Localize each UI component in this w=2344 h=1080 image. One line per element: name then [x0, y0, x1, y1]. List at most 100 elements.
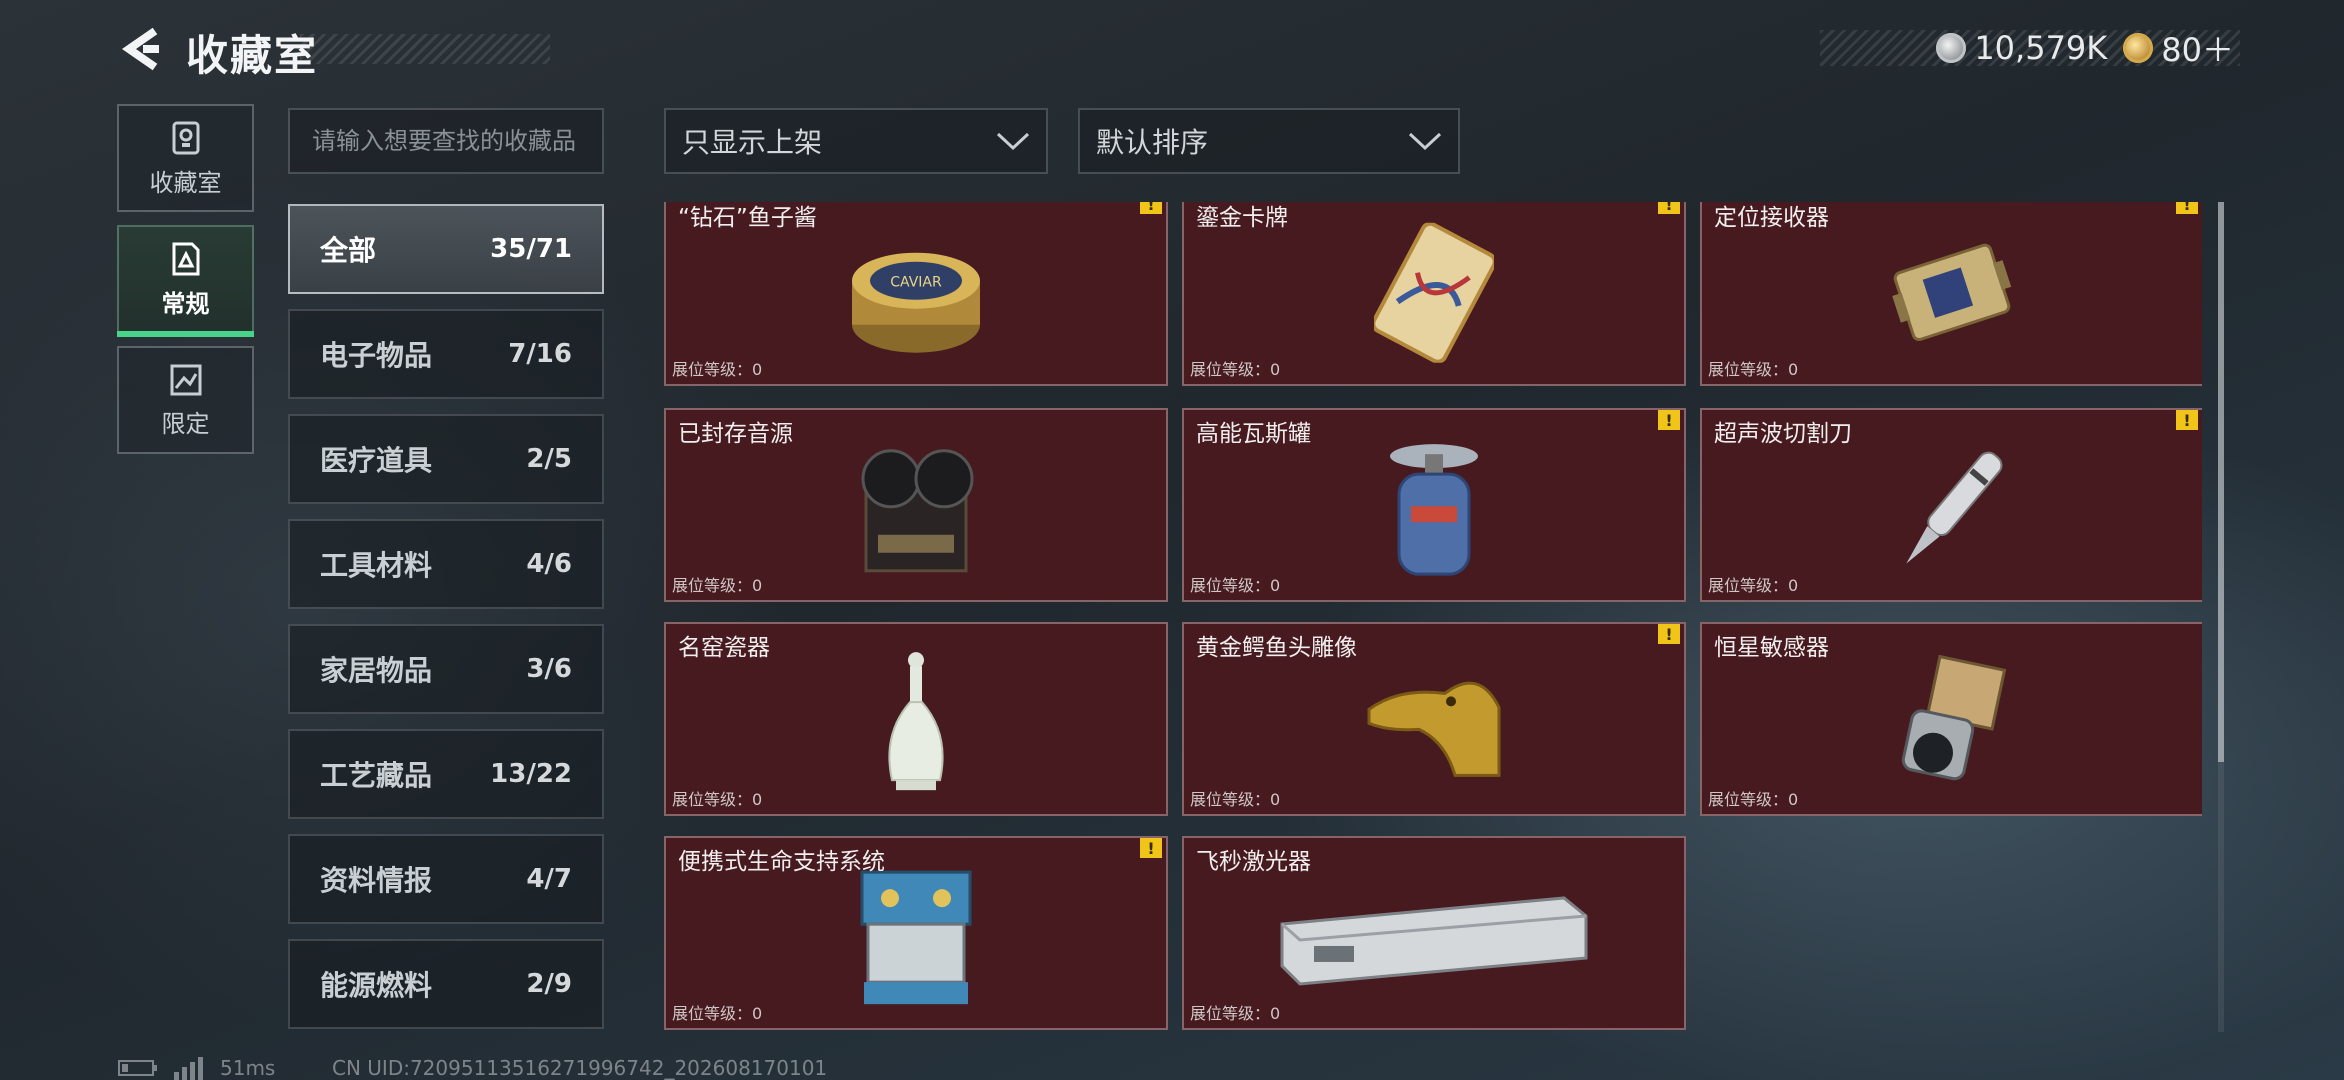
category-count: 7/16	[508, 339, 572, 369]
item-name: 恒星敏感器	[1714, 635, 1829, 661]
search-input[interactable]	[288, 108, 604, 174]
item-level: 展位等级：0	[672, 1004, 763, 1023]
tab-limited[interactable]: 限定	[117, 346, 254, 454]
gold-currency[interactable]: 80＋	[2123, 25, 2234, 71]
back-button[interactable]	[116, 24, 166, 74]
category-tools[interactable]: 工具材料 4/6	[288, 519, 604, 609]
item-level: 展位等级：0	[1708, 360, 1799, 379]
collection-item-card[interactable]: 名窑瓷器 展位等级：0	[664, 622, 1168, 816]
limited-icon	[170, 364, 201, 395]
warning-icon: !	[1140, 202, 1162, 214]
silver-coin-icon	[1936, 33, 1967, 63]
warning-icon: !	[2176, 202, 2198, 214]
category-count: 4/7	[526, 864, 572, 894]
warning-icon: !	[1658, 202, 1680, 214]
category-all[interactable]: 全部 35/71	[288, 204, 604, 294]
category-count: 4/6	[526, 549, 572, 579]
category-count: 2/5	[526, 444, 572, 474]
category-name: 工具材料	[320, 549, 433, 582]
gilded-card-image	[1371, 221, 1497, 367]
category-name: 能源燃料	[320, 969, 433, 1002]
porcelain-vase-image	[876, 648, 956, 802]
femtosecond-laser-image	[1274, 876, 1594, 1000]
collection-item-card[interactable]: 便携式生命支持系统 ! 展位等级：0	[664, 836, 1168, 1030]
status-footer: 51ms	[118, 1056, 275, 1080]
category-medical[interactable]: 医疗道具 2/5	[288, 414, 604, 504]
category-intel[interactable]: 资料情报 4/7	[288, 834, 604, 924]
svg-text:CAVIAR: CAVIAR	[890, 275, 942, 291]
collection-item-card[interactable]: 飞秒激光器 展位等级：0	[1182, 836, 1686, 1030]
item-name: 便携式生命支持系统	[678, 849, 885, 875]
currency-bar: 10,579K 80＋	[1820, 29, 2240, 69]
category-household[interactable]: 家居物品 3/6	[288, 624, 604, 714]
item-name: 高能瓦斯罐	[1196, 421, 1311, 447]
page-title: 收藏室	[186, 31, 319, 80]
ping-value: 51ms	[220, 1056, 276, 1080]
item-level: 展位等级：0	[1190, 790, 1281, 809]
silver-currency-value: 10,579K	[1974, 29, 2108, 67]
collection-item-card[interactable]: 黄金鳄鱼头雕像 ! 展位等级：0	[1182, 622, 1686, 816]
warning-icon: !	[2176, 410, 2198, 430]
item-level: 展位等级：0	[1708, 576, 1799, 595]
reel-recorder-image	[846, 439, 986, 583]
header: 收藏室 10,579K 80＋	[0, 0, 2344, 100]
item-name: 名窑瓷器	[678, 635, 770, 661]
collection-room-icon	[172, 121, 199, 154]
item-level: 展位等级：0	[1190, 360, 1281, 379]
warning-icon: !	[1140, 838, 1162, 858]
item-level: 展位等级：0	[672, 360, 763, 379]
star-sensor-image	[1887, 653, 2017, 797]
tab-regular-label: 常规	[161, 289, 210, 318]
tab-regular[interactable]: 常规	[117, 225, 254, 337]
item-name: 已封存音源	[678, 421, 793, 447]
active-tab-indicator	[117, 331, 254, 337]
collection-item-card[interactable]: 超声波切割刀 ! 展位等级：0	[1700, 408, 2202, 602]
item-level: 展位等级：0	[1708, 790, 1799, 809]
collection-item-card[interactable]: 已封存音源 展位等级：0	[664, 408, 1168, 602]
tab-collection-room[interactable]: 收藏室	[117, 104, 254, 212]
title-decoration	[300, 34, 550, 64]
category-name: 资料情报	[320, 864, 433, 897]
item-name: 定位接收器	[1714, 205, 1829, 231]
sort-dropdown[interactable]: 默认排序	[1078, 108, 1460, 174]
category-electronics[interactable]: 电子物品 7/16	[288, 309, 604, 399]
tab-collection-room-label: 收藏室	[149, 168, 222, 197]
collection-item-card[interactable]: CAVIAR “钻石”鱼子酱 ! 展位等级：0	[664, 202, 1168, 386]
collection-item-card[interactable]: 高能瓦斯罐 ! 展位等级：0	[1182, 408, 1686, 602]
collection-item-card[interactable]: 恒星敏感器 展位等级：0	[1700, 622, 2202, 816]
category-count: 35/71	[490, 234, 572, 264]
item-name: 超声波切割刀	[1714, 421, 1852, 447]
collection-grid[interactable]: CAVIAR “钻石”鱼子酱 ! 展位等级：0 鎏金卡牌 ! 展位等级：0 定位…	[662, 202, 2202, 1032]
tab-limited-label: 限定	[161, 409, 210, 438]
item-name: “钻石”鱼子酱	[678, 205, 817, 231]
gas-canister-image	[1379, 434, 1489, 588]
chevron-down-icon	[1408, 132, 1442, 151]
warning-icon: !	[1658, 624, 1680, 644]
golden-crocodile-head-image	[1359, 657, 1509, 791]
sort-value: 默认排序	[1096, 126, 1209, 159]
ultrasonic-knife-image	[1892, 434, 2012, 588]
signal-icon	[174, 1057, 203, 1080]
category-name: 家居物品	[320, 654, 433, 687]
chevron-down-icon	[996, 132, 1030, 151]
collection-item-card[interactable]: 定位接收器 ! 展位等级：0	[1700, 202, 2202, 386]
warning-icon: !	[1658, 410, 1680, 430]
category-name: 工艺藏品	[320, 759, 433, 792]
back-arrow-icon	[121, 27, 159, 71]
grid-scrollbar[interactable]	[2218, 202, 2224, 1032]
show-filter-dropdown[interactable]: 只显示上架	[664, 108, 1048, 174]
category-energy[interactable]: 能源燃料 2/9	[288, 939, 604, 1029]
item-level: 展位等级：0	[672, 790, 763, 809]
show-filter-value: 只显示上架	[682, 126, 823, 159]
category-crafts[interactable]: 工艺藏品 13/22	[288, 729, 604, 819]
locator-receiver-image	[1882, 227, 2022, 361]
category-count: 2/9	[526, 969, 572, 999]
item-name: 黄金鳄鱼头雕像	[1196, 635, 1357, 661]
silver-currency[interactable]: 10,579K	[1936, 29, 2107, 67]
collection-item-card[interactable]: 鎏金卡牌 ! 展位等级：0	[1182, 202, 1686, 386]
battery-icon	[118, 1060, 157, 1076]
category-name: 医疗道具	[320, 444, 433, 477]
scrollbar-thumb[interactable]	[2218, 202, 2224, 762]
category-name: 全部	[320, 234, 377, 267]
category-count: 13/22	[490, 759, 572, 789]
